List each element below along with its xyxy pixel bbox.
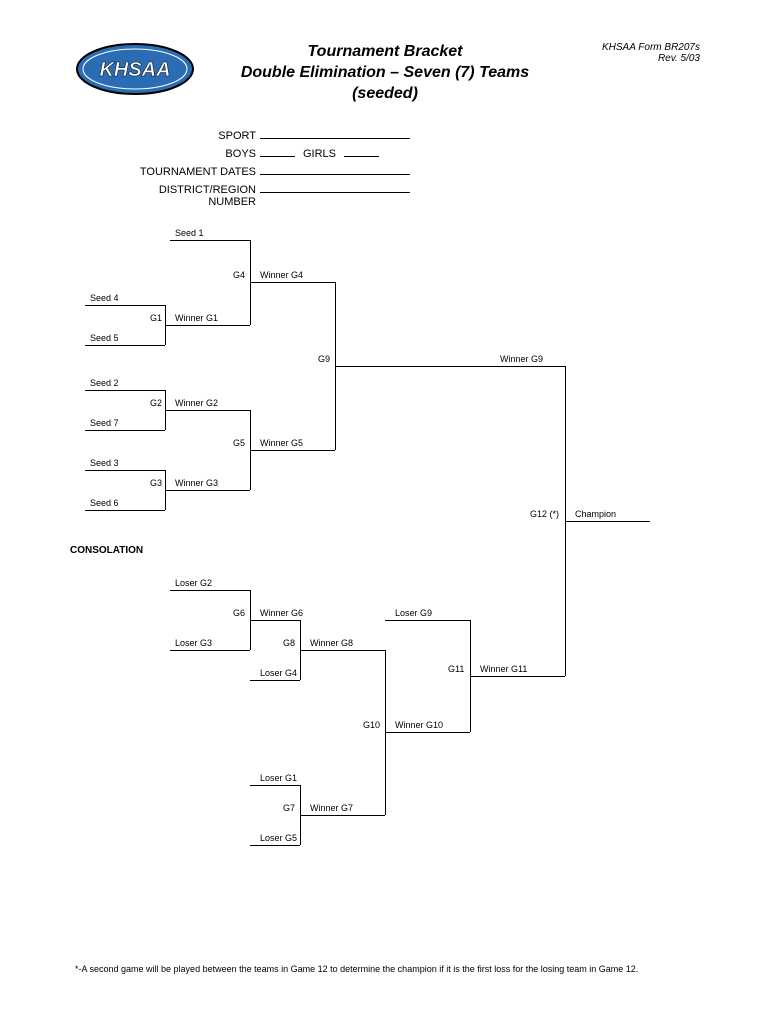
seed2-line <box>85 390 165 391</box>
lg5-label: Loser G5 <box>260 833 297 843</box>
wg2-label: Winner G2 <box>175 398 218 408</box>
footnote: *-A second game will be played between t… <box>75 964 700 974</box>
wg8-label: Winner G8 <box>310 638 353 648</box>
g8-out <box>300 650 385 651</box>
g11-label: G11 <box>448 664 464 674</box>
seed6-label: Seed 6 <box>90 498 119 508</box>
seed3-line <box>85 470 165 471</box>
seed1-label: Seed 1 <box>175 228 204 238</box>
lg4-line <box>250 680 300 681</box>
lg3-line <box>170 650 250 651</box>
wg10-label: Winner G10 <box>395 720 443 730</box>
lg4-label: Loser G4 <box>260 668 297 678</box>
g6-out <box>250 620 300 621</box>
seed7-line <box>85 430 165 431</box>
seed6-line <box>85 510 165 511</box>
seed4-label: Seed 4 <box>90 293 119 303</box>
g5-out <box>250 450 335 451</box>
lg9-label: Loser G9 <box>395 608 432 618</box>
title-line-3: (seeded) <box>0 84 770 105</box>
dates-label: TOURNAMENT DATES <box>115 166 260 178</box>
dates-input[interactable] <box>260 174 410 175</box>
g9-label: G9 <box>318 354 330 364</box>
form-rev: Rev. 5/03 <box>602 53 700 64</box>
g6-label: G6 <box>233 608 245 618</box>
seed1-line <box>170 240 250 241</box>
form-fields: SPORT BOYS GIRLS TOURNAMENT DATES DISTRI… <box>115 130 410 214</box>
seed5-label: Seed 5 <box>90 333 119 343</box>
consolation-label: CONSOLATION <box>70 545 143 556</box>
seed7-label: Seed 7 <box>90 418 119 428</box>
wg4-label: Winner G4 <box>260 270 303 280</box>
girls-input[interactable] <box>344 156 379 157</box>
lg1-line <box>250 785 300 786</box>
g9-out <box>335 366 565 367</box>
seed3-label: Seed 3 <box>90 458 119 468</box>
district-label: DISTRICT/REGION NUMBER <box>115 184 260 208</box>
sport-input[interactable] <box>260 138 410 139</box>
seed2-label: Seed 2 <box>90 378 119 388</box>
wg6-label: Winner G6 <box>260 608 303 618</box>
district-input[interactable] <box>260 192 410 193</box>
lg2-label: Loser G2 <box>175 578 212 588</box>
lg1-label: Loser G1 <box>260 773 297 783</box>
lg9-line <box>385 620 470 621</box>
boys-input[interactable] <box>260 156 295 157</box>
bracket: Seed 1 Seed 4 Seed 5 G1 Winner G1 G4 Win… <box>75 220 715 900</box>
sport-label: SPORT <box>115 130 260 142</box>
wg1-label: Winner G1 <box>175 313 218 323</box>
g7-label: G7 <box>283 803 295 813</box>
champion-label: Champion <box>575 509 616 519</box>
girls-label: GIRLS <box>295 148 344 160</box>
wg9-label: Winner G9 <box>500 354 543 364</box>
g3-out <box>165 490 250 491</box>
g12-out <box>565 521 650 522</box>
g5-label: G5 <box>233 438 245 448</box>
lg5-line <box>250 845 300 846</box>
g11-out <box>470 676 565 677</box>
lg2-line <box>170 590 250 591</box>
g4-label: G4 <box>233 270 245 280</box>
seed4-line <box>85 305 165 306</box>
g10-label: G10 <box>363 720 380 730</box>
g2-label: G2 <box>150 398 162 408</box>
g3-label: G3 <box>150 478 162 488</box>
g12-label: G12 (*) <box>530 509 559 519</box>
title-line-2: Double Elimination – Seven (7) Teams <box>0 63 770 84</box>
g1-out <box>165 325 250 326</box>
form-id: KHSAA Form BR207s <box>602 42 700 53</box>
g7-out <box>300 815 385 816</box>
g4-out <box>250 282 335 283</box>
g8-label: G8 <box>283 638 295 648</box>
lg3-label: Loser G3 <box>175 638 212 648</box>
wg3-label: Winner G3 <box>175 478 218 488</box>
form-info: KHSAA Form BR207s Rev. 5/03 <box>602 42 700 64</box>
g2-out <box>165 410 250 411</box>
wg7-label: Winner G7 <box>310 803 353 813</box>
g10-out <box>385 732 470 733</box>
seed5-line <box>85 345 165 346</box>
boys-label: BOYS <box>115 148 260 160</box>
g1-label: G1 <box>150 313 162 323</box>
wg11-label: Winner G11 <box>480 664 527 674</box>
wg5-label: Winner G5 <box>260 438 303 448</box>
